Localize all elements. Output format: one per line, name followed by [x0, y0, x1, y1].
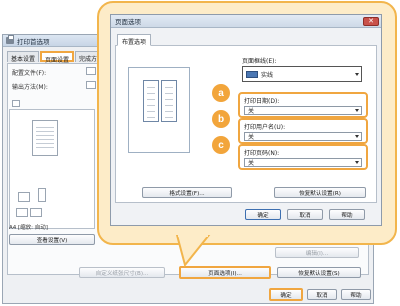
help-button[interactable]: 帮助: [341, 289, 371, 300]
border-style-swatch: [246, 70, 258, 78]
print-date-select[interactable]: 关: [244, 106, 362, 115]
printer-icon: [6, 35, 14, 44]
ok-button[interactable]: 确定: [245, 209, 281, 220]
paper-stack-icon: [18, 192, 30, 202]
print-date-label: 打印日期(D):: [244, 98, 280, 105]
callout-tail: [175, 235, 211, 267]
edit-button[interactable]: 编辑(I)...: [275, 247, 359, 258]
preview-page-left: [143, 80, 159, 122]
paper-sheet-icon: [38, 188, 46, 202]
paper-size-summary: A4 [缩放: 自动]: [9, 225, 48, 231]
print-date-value: 关: [248, 108, 255, 115]
badge-c: c: [212, 136, 230, 154]
page-options-title: 页面选项: [115, 18, 141, 26]
badge-b: b: [212, 110, 230, 128]
page-layout-preview: [9, 109, 95, 229]
print-page-number-label: 打印页码(N):: [244, 150, 280, 157]
profile-label: 配置文件(F):: [12, 70, 47, 77]
output-method-label: 输出方法(M):: [12, 84, 48, 91]
page-preview: [128, 67, 190, 153]
preview-page-icon: [32, 120, 58, 156]
layout-icon-1[interactable]: [16, 208, 28, 217]
page-options-titlebar: 页面选项 ✕: [111, 15, 381, 28]
profile-dropdown[interactable]: [86, 67, 96, 75]
tab-layout-options[interactable]: 布置选项: [117, 34, 152, 46]
print-user-name-value: 关: [248, 134, 255, 141]
page-border-value: 实线: [261, 71, 274, 79]
chevron-down-icon: [355, 73, 359, 76]
print-preferences-title: 打印首选项: [17, 37, 50, 46]
badge-a: a: [212, 84, 230, 102]
tab-page-settings[interactable]: 页面设置: [40, 51, 75, 64]
restore-defaults-button[interactable]: 恢复默认设置(S): [277, 267, 361, 278]
print-preferences-tabs: 基本设置 页面设置 完成方式: [7, 51, 108, 64]
preview-page-right: [161, 80, 177, 122]
page-border-select[interactable]: 实线: [242, 66, 362, 82]
print-user-name-select[interactable]: 关: [244, 132, 362, 141]
view-settings-button[interactable]: 查看设置(V): [9, 234, 95, 245]
restore-defaults-button[interactable]: 恢复默认设置(R): [274, 187, 366, 198]
format-settings-button[interactable]: 格式设置(F)...: [142, 187, 232, 198]
print-user-name-label: 打印用户名(U):: [244, 124, 286, 131]
chevron-down-icon: [355, 109, 359, 112]
help-button[interactable]: 帮助: [329, 209, 365, 220]
ok-button[interactable]: 确定: [269, 288, 303, 301]
page-options-button[interactable]: 页面选项(I)...: [179, 266, 271, 279]
print-page-number-select[interactable]: 关: [244, 158, 362, 167]
page-options-dialog: 页面选项 ✕ 布置选项 页面框线(E): 实线 打印日期(D): 关 打印用户名…: [110, 14, 382, 226]
output-method-dropdown[interactable]: [86, 81, 96, 89]
cancel-button[interactable]: 取消: [287, 209, 323, 220]
page-border-label: 页面框线(E):: [242, 58, 277, 65]
close-icon[interactable]: ✕: [363, 16, 379, 26]
chevron-down-icon: [355, 161, 359, 164]
layout-options-panel: 页面框线(E): 实线 打印日期(D): 关 打印用户名(U): 关 打印页码(…: [115, 45, 377, 203]
cancel-button[interactable]: 取消: [307, 289, 337, 300]
tab-basic-settings[interactable]: 基本设置: [7, 51, 40, 63]
custom-paper-size-button[interactable]: 自定义纸张尺寸(B)...: [79, 267, 165, 278]
chevron-down-icon: [355, 135, 359, 138]
layout-icon-2[interactable]: [30, 208, 42, 217]
print-page-number-value: 关: [248, 160, 255, 167]
preview-mode-icon[interactable]: [12, 100, 20, 107]
